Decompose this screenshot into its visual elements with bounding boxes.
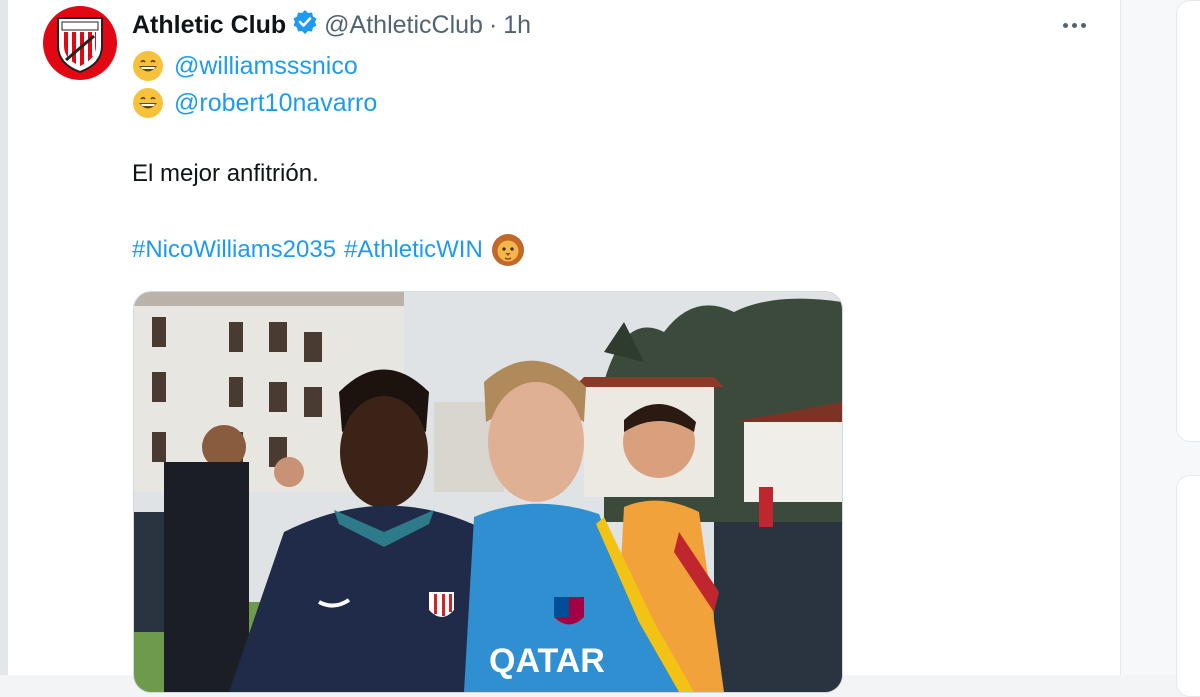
hashtag-link[interactable]: #AthleticWIN: [344, 236, 483, 264]
timestamp[interactable]: 1h: [503, 11, 531, 40]
hashtag-link[interactable]: #NicoWilliams2035: [132, 236, 336, 264]
jersey-sponsor-text: QATAR: [489, 642, 605, 680]
separator-dot: ·: [488, 10, 498, 39]
hashtag-line: #NicoWilliams2035 #AthleticWIN: [132, 230, 525, 270]
grinning-emoji-icon: [133, 51, 163, 81]
lion-emoji-icon: [491, 234, 524, 266]
verified-badge-icon: [292, 9, 318, 42]
photo-scene: QATAR: [134, 292, 842, 692]
tweet-card[interactable]: Athletic Club @AthleticClub · 1h @willia…: [8, 0, 1121, 693]
sidebar-card: [1176, 0, 1200, 442]
more-options-icon[interactable]: [1052, 10, 1096, 40]
grinning-emoji-icon: [133, 88, 163, 118]
mention-link[interactable]: @williamsssnico: [174, 52, 358, 81]
athletic-club-crest-icon: [57, 17, 103, 74]
tweet-header: Athletic Club @AthleticClub · 1h: [132, 8, 531, 42]
left-edge: [0, 0, 8, 675]
mention-line-2: @robert10navarro: [132, 85, 377, 121]
user-handle[interactable]: @AthleticClub: [324, 11, 483, 40]
mention-line-1: @williamsssnico: [132, 48, 358, 84]
tweet-text: El mejor anfitrión.: [132, 160, 319, 187]
tweet-photo[interactable]: QATAR: [133, 291, 843, 693]
avatar[interactable]: [43, 6, 117, 80]
display-name[interactable]: Athletic Club: [132, 11, 286, 40]
mention-link[interactable]: @robert10navarro: [174, 89, 377, 118]
sidebar-card: [1176, 475, 1200, 697]
